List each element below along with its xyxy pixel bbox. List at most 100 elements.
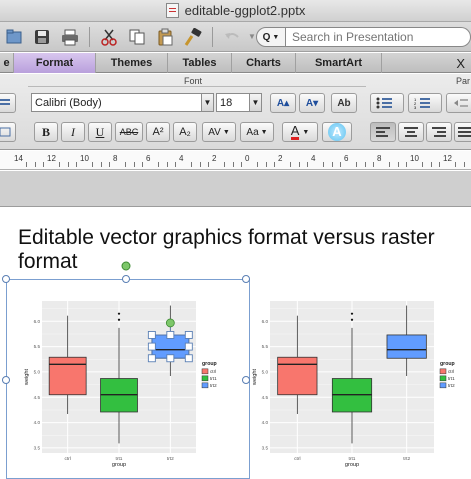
box-resize-handle-top[interactable] xyxy=(166,330,175,339)
bullets-button[interactable] xyxy=(370,93,404,113)
align-center-button[interactable] xyxy=(398,122,424,142)
italic-button[interactable]: I xyxy=(61,122,85,142)
save-button[interactable] xyxy=(30,25,54,49)
horizontal-ruler[interactable]: 141210864202468101214 xyxy=(0,151,471,170)
ruler-minor-mark xyxy=(364,162,366,167)
ruler-minor-mark xyxy=(455,162,457,167)
legend-key xyxy=(439,382,447,389)
paste-button[interactable] xyxy=(153,25,177,49)
text-effects-button[interactable]: A xyxy=(322,122,352,142)
superscript-button[interactable]: A² xyxy=(146,122,170,142)
box-resize-handle-right[interactable] xyxy=(184,342,193,351)
box-resize-handle-bottom-left[interactable] xyxy=(147,354,156,363)
chevron-down-icon: ▼ xyxy=(251,98,260,107)
box-resize-handle-left[interactable] xyxy=(147,342,156,351)
character-spacing-button[interactable]: AV ▼ xyxy=(202,122,236,142)
search-input[interactable] xyxy=(286,27,471,47)
box-resize-handle-top-right[interactable] xyxy=(184,330,193,339)
font-name-dropdown[interactable]: ▼ xyxy=(201,93,214,112)
change-case-button[interactable]: Aa ▼ xyxy=(240,122,274,142)
ruler-minor-mark xyxy=(174,162,176,167)
align-left-button[interactable] xyxy=(370,122,396,142)
clear-formatting-button[interactable]: Ab xyxy=(331,93,357,113)
ruler-minor-mark xyxy=(463,162,465,167)
box-resize-handle-top-left[interactable] xyxy=(147,330,156,339)
print-icon xyxy=(62,29,78,45)
outlier-point xyxy=(117,312,121,315)
open-icon xyxy=(6,29,22,43)
ruler-minor-mark xyxy=(430,162,432,167)
y-tick-label: 5.5 xyxy=(34,344,41,349)
ruler-minor-mark xyxy=(92,162,94,167)
box-rotate-handle[interactable] xyxy=(165,318,175,328)
justify-button[interactable] xyxy=(454,122,471,142)
strikethrough-button[interactable]: ABC xyxy=(115,122,143,142)
y-tick-label: 5.0 xyxy=(34,369,41,374)
font-size-dropdown[interactable]: ▼ xyxy=(249,93,262,112)
chevron-down-icon: ▼ xyxy=(260,128,268,136)
decrease-indent-button[interactable] xyxy=(446,93,471,113)
tab-format[interactable]: Format xyxy=(14,53,96,73)
ruler-minor-mark xyxy=(323,162,325,167)
box-resize-handle-bottom[interactable] xyxy=(166,354,175,363)
box-body-ctrl[interactable] xyxy=(48,356,87,396)
ruler-minor-mark xyxy=(306,162,308,167)
undo-button[interactable] xyxy=(220,25,244,49)
text-effects-label: A xyxy=(328,123,346,141)
tab-smartart[interactable]: SmartArt xyxy=(296,53,382,73)
font-size-field[interactable]: 18 xyxy=(216,93,250,112)
ruler-minor-mark xyxy=(133,162,135,167)
font-name-field[interactable]: Calibri (Body) xyxy=(31,93,214,112)
ruler-minor-mark xyxy=(265,162,267,167)
tab-tables[interactable]: Tables xyxy=(168,53,232,73)
legend-key xyxy=(201,375,209,382)
y-tick-label: 4.0 xyxy=(34,420,41,425)
tab-home[interactable]: e xyxy=(0,53,14,73)
ruler-minor-mark xyxy=(372,162,374,167)
undo-dropdown-icon[interactable]: ▼ xyxy=(248,32,256,41)
bold-button[interactable]: B xyxy=(34,122,58,142)
ruler-tick-label: 2 xyxy=(212,154,217,163)
format-painter-button[interactable] xyxy=(181,25,205,49)
copy-button[interactable] xyxy=(125,25,149,49)
editable-chart-frame[interactable]: 3.5 4.0 4.5 5.0 5.5 6.0 ctrl trt1 trt2 group weigh… xyxy=(6,279,250,479)
resize-handle-top[interactable] xyxy=(122,275,130,283)
legend-title: group xyxy=(202,361,217,367)
open-button[interactable] xyxy=(2,25,26,49)
section-button[interactable] xyxy=(0,122,16,142)
raster-chart-frame[interactable]: 3.5 4.0 4.5 5.0 5.5 6.0 ctrl trt1 trt2 group weigh… xyxy=(246,279,471,479)
grow-font-button[interactable]: A▴ xyxy=(270,93,296,113)
align-center-icon xyxy=(404,127,418,137)
align-left-icon xyxy=(376,127,390,137)
slide-title[interactable]: Editable vector graphics format versus r… xyxy=(18,226,458,274)
ruler-minor-mark xyxy=(224,162,226,167)
ruler-minor-mark xyxy=(331,162,333,167)
underline-button[interactable]: U xyxy=(88,122,112,142)
shrink-font-button[interactable]: A▾ xyxy=(299,93,325,113)
resize-handle-left[interactable] xyxy=(2,376,10,384)
font-color-button[interactable]: A ▼ xyxy=(282,122,318,142)
box-resize-handle-bottom-right[interactable] xyxy=(184,354,193,363)
subscript-button[interactable]: A₂ xyxy=(173,122,197,142)
window-titlebar: editable-ggplot2.pptx xyxy=(0,0,471,22)
editable-boxplot[interactable]: 3.5 4.0 4.5 5.0 5.5 6.0 ctrl trt1 trt2 group weigh… xyxy=(6,279,250,479)
toolbar-separator xyxy=(212,26,213,47)
ruler-tick-label: 2 xyxy=(278,154,283,163)
box-body-trt2 xyxy=(386,334,427,359)
ruler-minor-mark xyxy=(166,162,168,167)
align-right-button[interactable] xyxy=(426,122,452,142)
print-button[interactable] xyxy=(58,25,82,49)
chart-rotate-handle[interactable] xyxy=(121,261,131,271)
legend-key xyxy=(201,382,209,389)
raster-boxplot[interactable]: 3.5 4.0 4.5 5.0 5.5 6.0 ctrl trt1 trt2 group weigh… xyxy=(246,279,471,479)
layout-button[interactable] xyxy=(0,93,16,113)
resize-handle-top-left[interactable] xyxy=(2,275,10,283)
y-tick-label: 4.5 xyxy=(34,395,41,400)
numbering-button[interactable]: 123 xyxy=(408,93,442,113)
search-mode-button[interactable]: Q ▼ xyxy=(256,27,286,47)
ruler-minor-mark xyxy=(397,162,399,167)
tab-charts[interactable]: Charts xyxy=(232,53,296,73)
cut-button[interactable] xyxy=(97,25,121,49)
ribbon-close-button[interactable]: X xyxy=(382,53,471,73)
tab-themes[interactable]: Themes xyxy=(96,53,168,73)
